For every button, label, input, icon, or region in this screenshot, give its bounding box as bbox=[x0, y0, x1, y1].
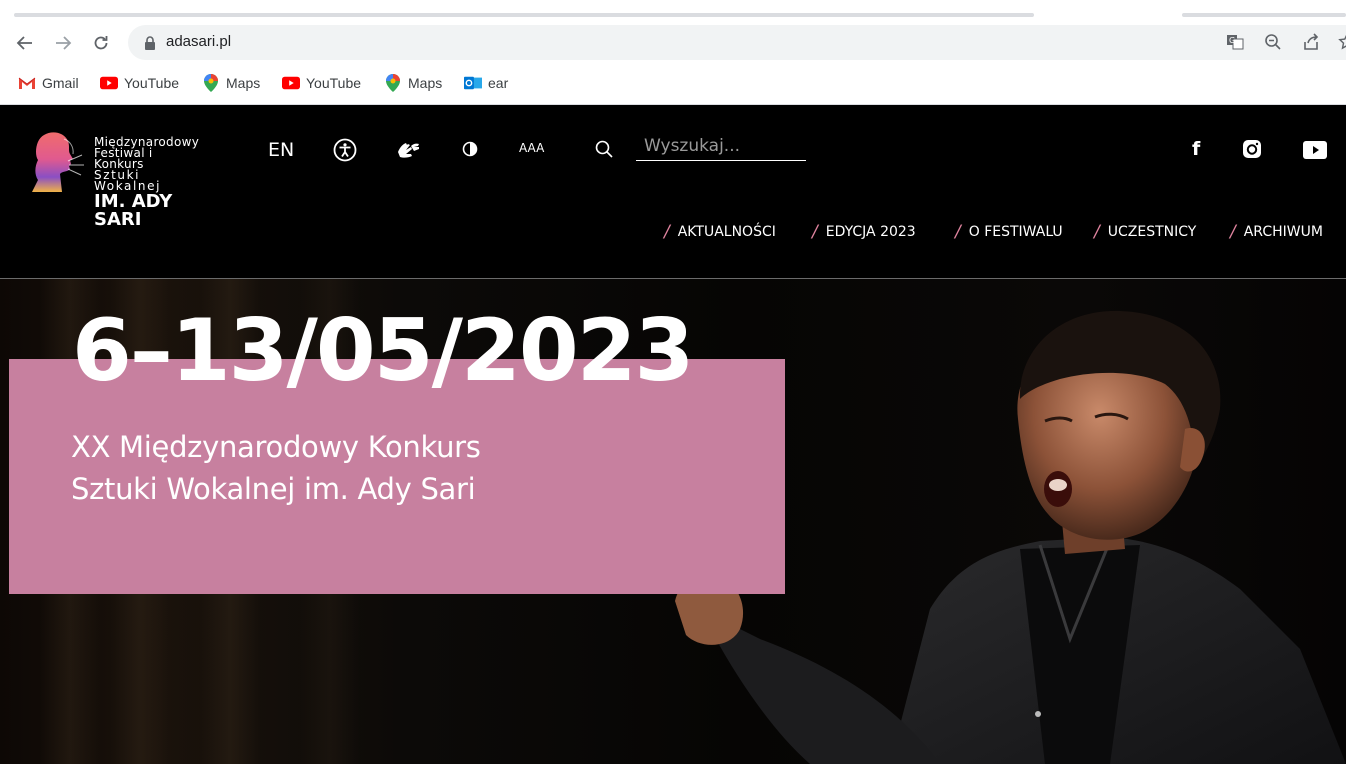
youtube-link[interactable] bbox=[1303, 141, 1327, 159]
bookmark-label: Maps bbox=[408, 75, 443, 91]
bookmark-label: YouTube bbox=[124, 75, 180, 91]
reload-icon bbox=[94, 36, 108, 50]
menu-label: UCZESTNICY bbox=[1107, 224, 1197, 240]
bookmark-label: Gmail bbox=[42, 75, 79, 91]
svg-text:G: G bbox=[1229, 36, 1235, 45]
gmail-icon bbox=[18, 75, 36, 91]
hero-subtitle-line: Sztuki Wokalnej im. Ady Sari bbox=[71, 472, 476, 506]
website: Międzynarodowy Festiwal i Konkurs Sztuki… bbox=[0, 105, 1346, 764]
slash-icon: / bbox=[664, 222, 670, 242]
logo-line: Sztuki Wokalnej bbox=[94, 168, 162, 193]
bookmark-label: ear bbox=[488, 75, 509, 91]
contrast-icon bbox=[462, 141, 478, 157]
tab-strip bbox=[0, 0, 1346, 22]
logo-title: IM. ADY SARI bbox=[94, 191, 173, 230]
logo-line: Festiwal i Konkurs bbox=[94, 146, 153, 171]
zoom-icon[interactable] bbox=[1264, 33, 1282, 56]
back-button[interactable] bbox=[12, 30, 38, 56]
menu-item-aktualnosci[interactable]: / AKTUALNOŚCI bbox=[664, 222, 776, 242]
youtube-icon bbox=[100, 75, 118, 91]
slash-icon: / bbox=[1230, 222, 1236, 242]
hero-subtitle: XX Międzynarodowy Konkurs Sztuki Wokalne… bbox=[71, 426, 481, 510]
singer-silhouette-logo-icon bbox=[32, 132, 84, 192]
menu-item-uczestnicy[interactable]: / UCZESTNICY bbox=[1094, 222, 1196, 242]
bookmark-maps[interactable]: Maps bbox=[202, 74, 261, 92]
translate-icon[interactable]: G bbox=[1226, 33, 1244, 56]
bookmark-outlook[interactable]: ear bbox=[464, 75, 508, 91]
instagram-icon bbox=[1243, 140, 1261, 158]
maps-icon bbox=[202, 74, 220, 92]
menu-label: EDYCJA 2023 bbox=[825, 224, 916, 240]
address-bar-row: adasari.pl G bbox=[0, 22, 1346, 64]
search-icon bbox=[595, 140, 613, 158]
font-size-button[interactable]: AAA bbox=[519, 141, 544, 155]
slash-icon: / bbox=[812, 222, 818, 242]
forward-arrow-icon bbox=[56, 36, 72, 50]
menu-label: O FESTIWALU bbox=[968, 224, 1063, 240]
menu-item-archiwum[interactable]: / ARCHIWUM bbox=[1230, 222, 1323, 242]
bookmark-gmail[interactable]: Gmail bbox=[18, 75, 79, 91]
reload-button[interactable] bbox=[88, 30, 114, 56]
bookmark-youtube[interactable]: YouTube bbox=[282, 75, 361, 91]
share-icon[interactable] bbox=[1302, 33, 1320, 56]
facebook-icon: f bbox=[1192, 138, 1201, 160]
maps-icon bbox=[384, 74, 402, 92]
omnibox[interactable]: adasari.pl G bbox=[128, 25, 1346, 60]
logo-text: Międzynarodowy Festiwal i Konkurs Sztuki… bbox=[94, 136, 199, 230]
forward-button[interactable] bbox=[50, 30, 76, 56]
instagram-link[interactable] bbox=[1242, 139, 1262, 159]
accessibility-icon bbox=[333, 138, 357, 162]
accessibility-button[interactable] bbox=[333, 138, 357, 162]
youtube-icon bbox=[282, 75, 300, 91]
bookmarks-bar: Gmail YouTube Maps YouTube Maps ear bbox=[0, 64, 1346, 105]
facebook-link[interactable]: f bbox=[1192, 138, 1200, 160]
menu-item-edycja-2023[interactable]: / EDYCJA 2023 bbox=[812, 222, 916, 242]
festival-dates: 6–13/05/2023 bbox=[72, 301, 694, 401]
bookmark-label: YouTube bbox=[306, 75, 362, 91]
contrast-button[interactable] bbox=[462, 141, 478, 157]
bookmark-maps[interactable]: Maps bbox=[384, 74, 443, 92]
slash-icon: / bbox=[1094, 222, 1100, 242]
bookmark-label: Maps bbox=[226, 75, 261, 91]
bookmark-star-icon[interactable] bbox=[1338, 33, 1346, 56]
menu-label: AKTUALNOŚCI bbox=[677, 224, 776, 240]
bookmark-youtube[interactable]: YouTube bbox=[100, 75, 179, 91]
menu-label: ARCHIWUM bbox=[1243, 224, 1323, 240]
tab-indicator bbox=[1182, 13, 1346, 17]
back-arrow-icon bbox=[16, 36, 32, 50]
hero-subtitle-line: XX Międzynarodowy Konkurs bbox=[71, 430, 481, 464]
site-header: Międzynarodowy Festiwal i Konkurs Sztuki… bbox=[0, 105, 1346, 279]
menu-item-o-festiwalu[interactable]: / O FESTIWALU bbox=[955, 222, 1063, 242]
youtube-icon bbox=[1303, 141, 1327, 159]
outlook-icon bbox=[464, 75, 482, 91]
sign-language-icon bbox=[398, 143, 419, 158]
sign-language-button[interactable] bbox=[396, 140, 422, 160]
font-size-label: AAA bbox=[519, 141, 545, 155]
search-input[interactable] bbox=[636, 133, 806, 161]
hero-banner: 6–13/05/2023 XX Międzynarodowy Konkurs S… bbox=[0, 279, 1346, 764]
url-text[interactable]: adasari.pl bbox=[166, 33, 231, 50]
slash-icon: / bbox=[955, 222, 961, 242]
tab-indicator bbox=[14, 13, 1034, 17]
search-button[interactable] bbox=[594, 139, 614, 159]
lock-icon bbox=[145, 36, 155, 50]
language-switch[interactable]: EN bbox=[268, 139, 294, 161]
